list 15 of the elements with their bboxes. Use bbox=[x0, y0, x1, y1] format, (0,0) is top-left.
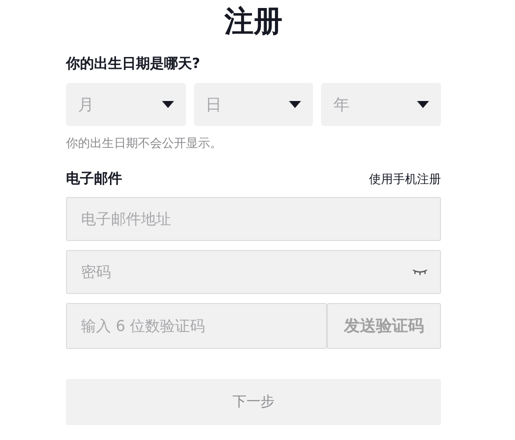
eye-closed-icon[interactable] bbox=[412, 269, 428, 275]
date-select[interactable]: 年 bbox=[321, 83, 442, 126]
email-label: 电子邮件 bbox=[66, 170, 122, 188]
input-field[interactable]: 密码 bbox=[66, 250, 441, 294]
caret-icon bbox=[417, 100, 430, 108]
caret-icon bbox=[162, 100, 174, 108]
date-select[interactable]: 月 bbox=[66, 83, 186, 126]
birthday-label: 你的出生日期是哪天? bbox=[66, 56, 200, 72]
caret-icon bbox=[289, 100, 302, 108]
text-input[interactable]: 密码 bbox=[79, 251, 412, 293]
phone-signup-link[interactable]: 使用手机注册 bbox=[369, 170, 441, 188]
birthday-hint: 你的出生日期不会公开显示。 bbox=[66, 136, 222, 150]
send-code-button[interactable]: 发送验证码 bbox=[327, 303, 441, 349]
date-select[interactable]: 日 bbox=[194, 83, 314, 126]
page-title: 注册 bbox=[223, 3, 284, 40]
